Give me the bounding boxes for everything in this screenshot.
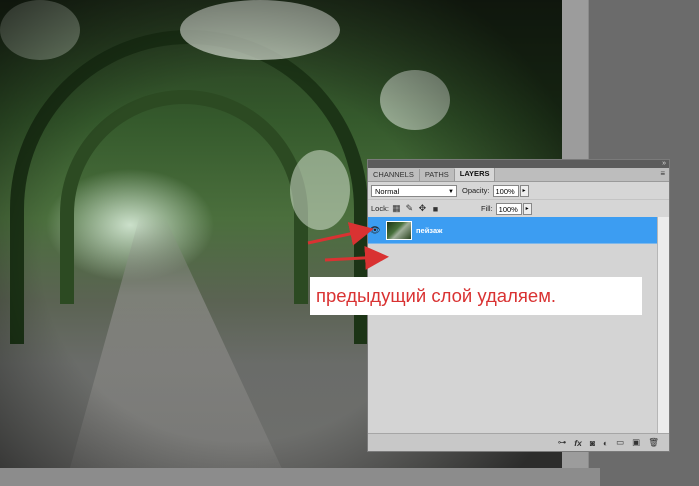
arrow-to-layer xyxy=(307,222,374,246)
arrow-to-empty xyxy=(324,245,389,270)
annotation-arrows xyxy=(307,222,389,270)
